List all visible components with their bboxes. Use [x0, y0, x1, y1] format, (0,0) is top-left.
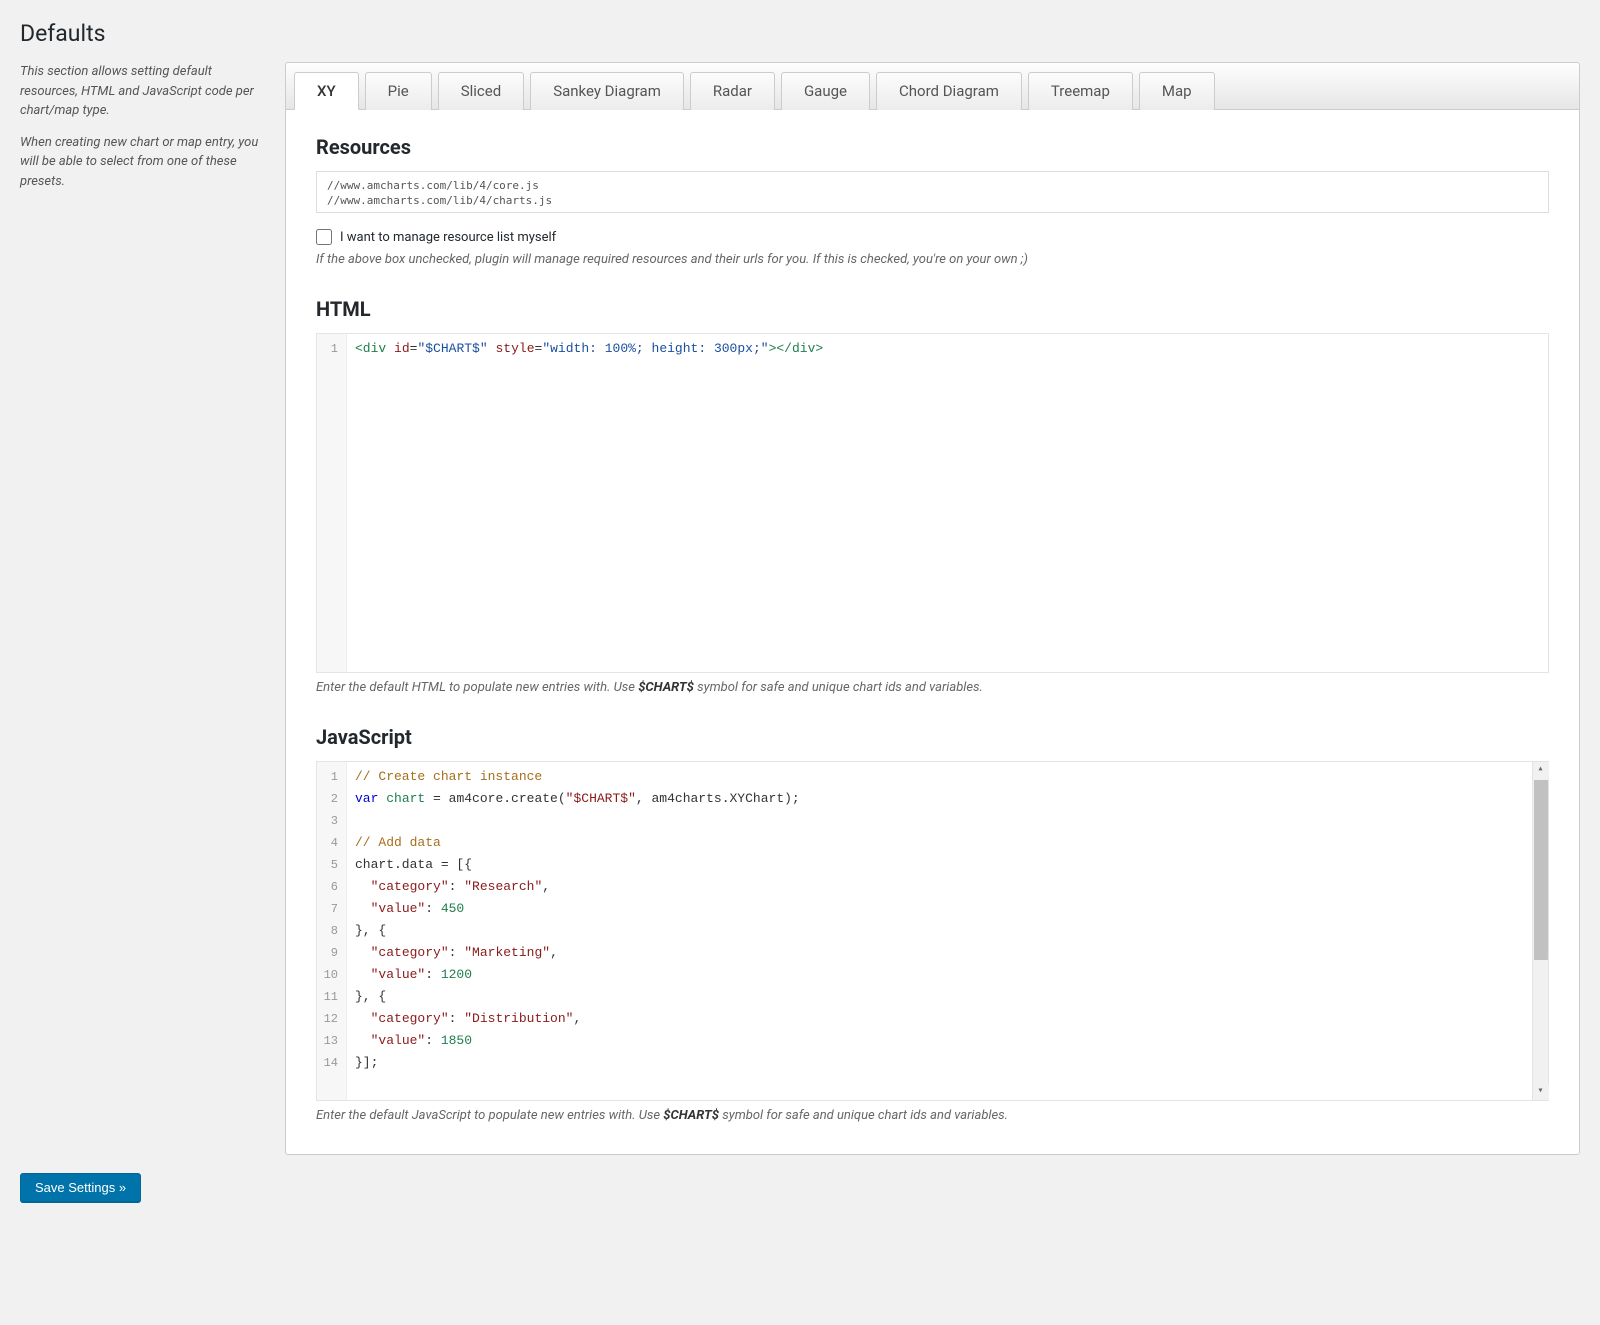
tabs-bar: XYPieSlicedSankey DiagramRadarGaugeChord… — [286, 63, 1579, 110]
tab-sankey-diagram[interactable]: Sankey Diagram — [530, 72, 684, 110]
scroll-up-icon[interactable]: ▴ — [1533, 762, 1549, 778]
tab-pie[interactable]: Pie — [365, 72, 432, 110]
js-scrollbar[interactable]: ▴ ▾ — [1532, 762, 1548, 1100]
resources-hint: If the above box unchecked, plugin will … — [316, 251, 1549, 269]
js-gutter: 1234567891011121314 — [317, 762, 347, 1100]
sidebar-intro-1: This section allows setting default reso… — [20, 62, 265, 121]
manage-resources-label: I want to manage resource list myself — [340, 230, 556, 245]
scroll-thumb[interactable] — [1534, 780, 1548, 960]
tab-content-xy: Resources I want to manage resource list… — [286, 110, 1579, 1154]
tab-xy[interactable]: XY — [294, 72, 359, 110]
resources-input[interactable] — [316, 171, 1549, 213]
tab-chord-diagram[interactable]: Chord Diagram — [876, 72, 1022, 110]
save-settings-button[interactable]: Save Settings » — [20, 1173, 141, 1202]
html-hint: Enter the default HTML to populate new e… — [316, 679, 1549, 697]
tab-radar[interactable]: Radar — [690, 72, 775, 110]
page-title: Defaults — [20, 20, 1580, 47]
tab-map[interactable]: Map — [1139, 72, 1215, 110]
js-code-body[interactable]: // Create chart instancevar chart = am4c… — [347, 762, 1548, 1100]
manage-resources-checkbox[interactable] — [316, 229, 332, 245]
html-heading: HTML — [316, 297, 1549, 321]
tab-treemap[interactable]: Treemap — [1028, 72, 1133, 110]
scroll-down-icon[interactable]: ▾ — [1533, 1084, 1549, 1100]
tab-sliced[interactable]: Sliced — [438, 72, 524, 110]
main-panel: XYPieSlicedSankey DiagramRadarGaugeChord… — [285, 62, 1580, 1155]
tab-gauge[interactable]: Gauge — [781, 72, 870, 110]
sidebar-description: This section allows setting default reso… — [20, 62, 265, 1155]
html-code-body[interactable]: <div id="$CHART$" style="width: 100%; he… — [347, 334, 1548, 672]
js-code-editor[interactable]: 1234567891011121314 // Create chart inst… — [316, 761, 1549, 1101]
js-heading: JavaScript — [316, 725, 1549, 749]
html-gutter: 1 — [317, 334, 347, 672]
html-code-editor[interactable]: 1 <div id="$CHART$" style="width: 100%; … — [316, 333, 1549, 673]
js-hint: Enter the default JavaScript to populate… — [316, 1107, 1549, 1125]
resources-heading: Resources — [316, 135, 1549, 159]
sidebar-intro-2: When creating new chart or map entry, yo… — [20, 133, 265, 192]
